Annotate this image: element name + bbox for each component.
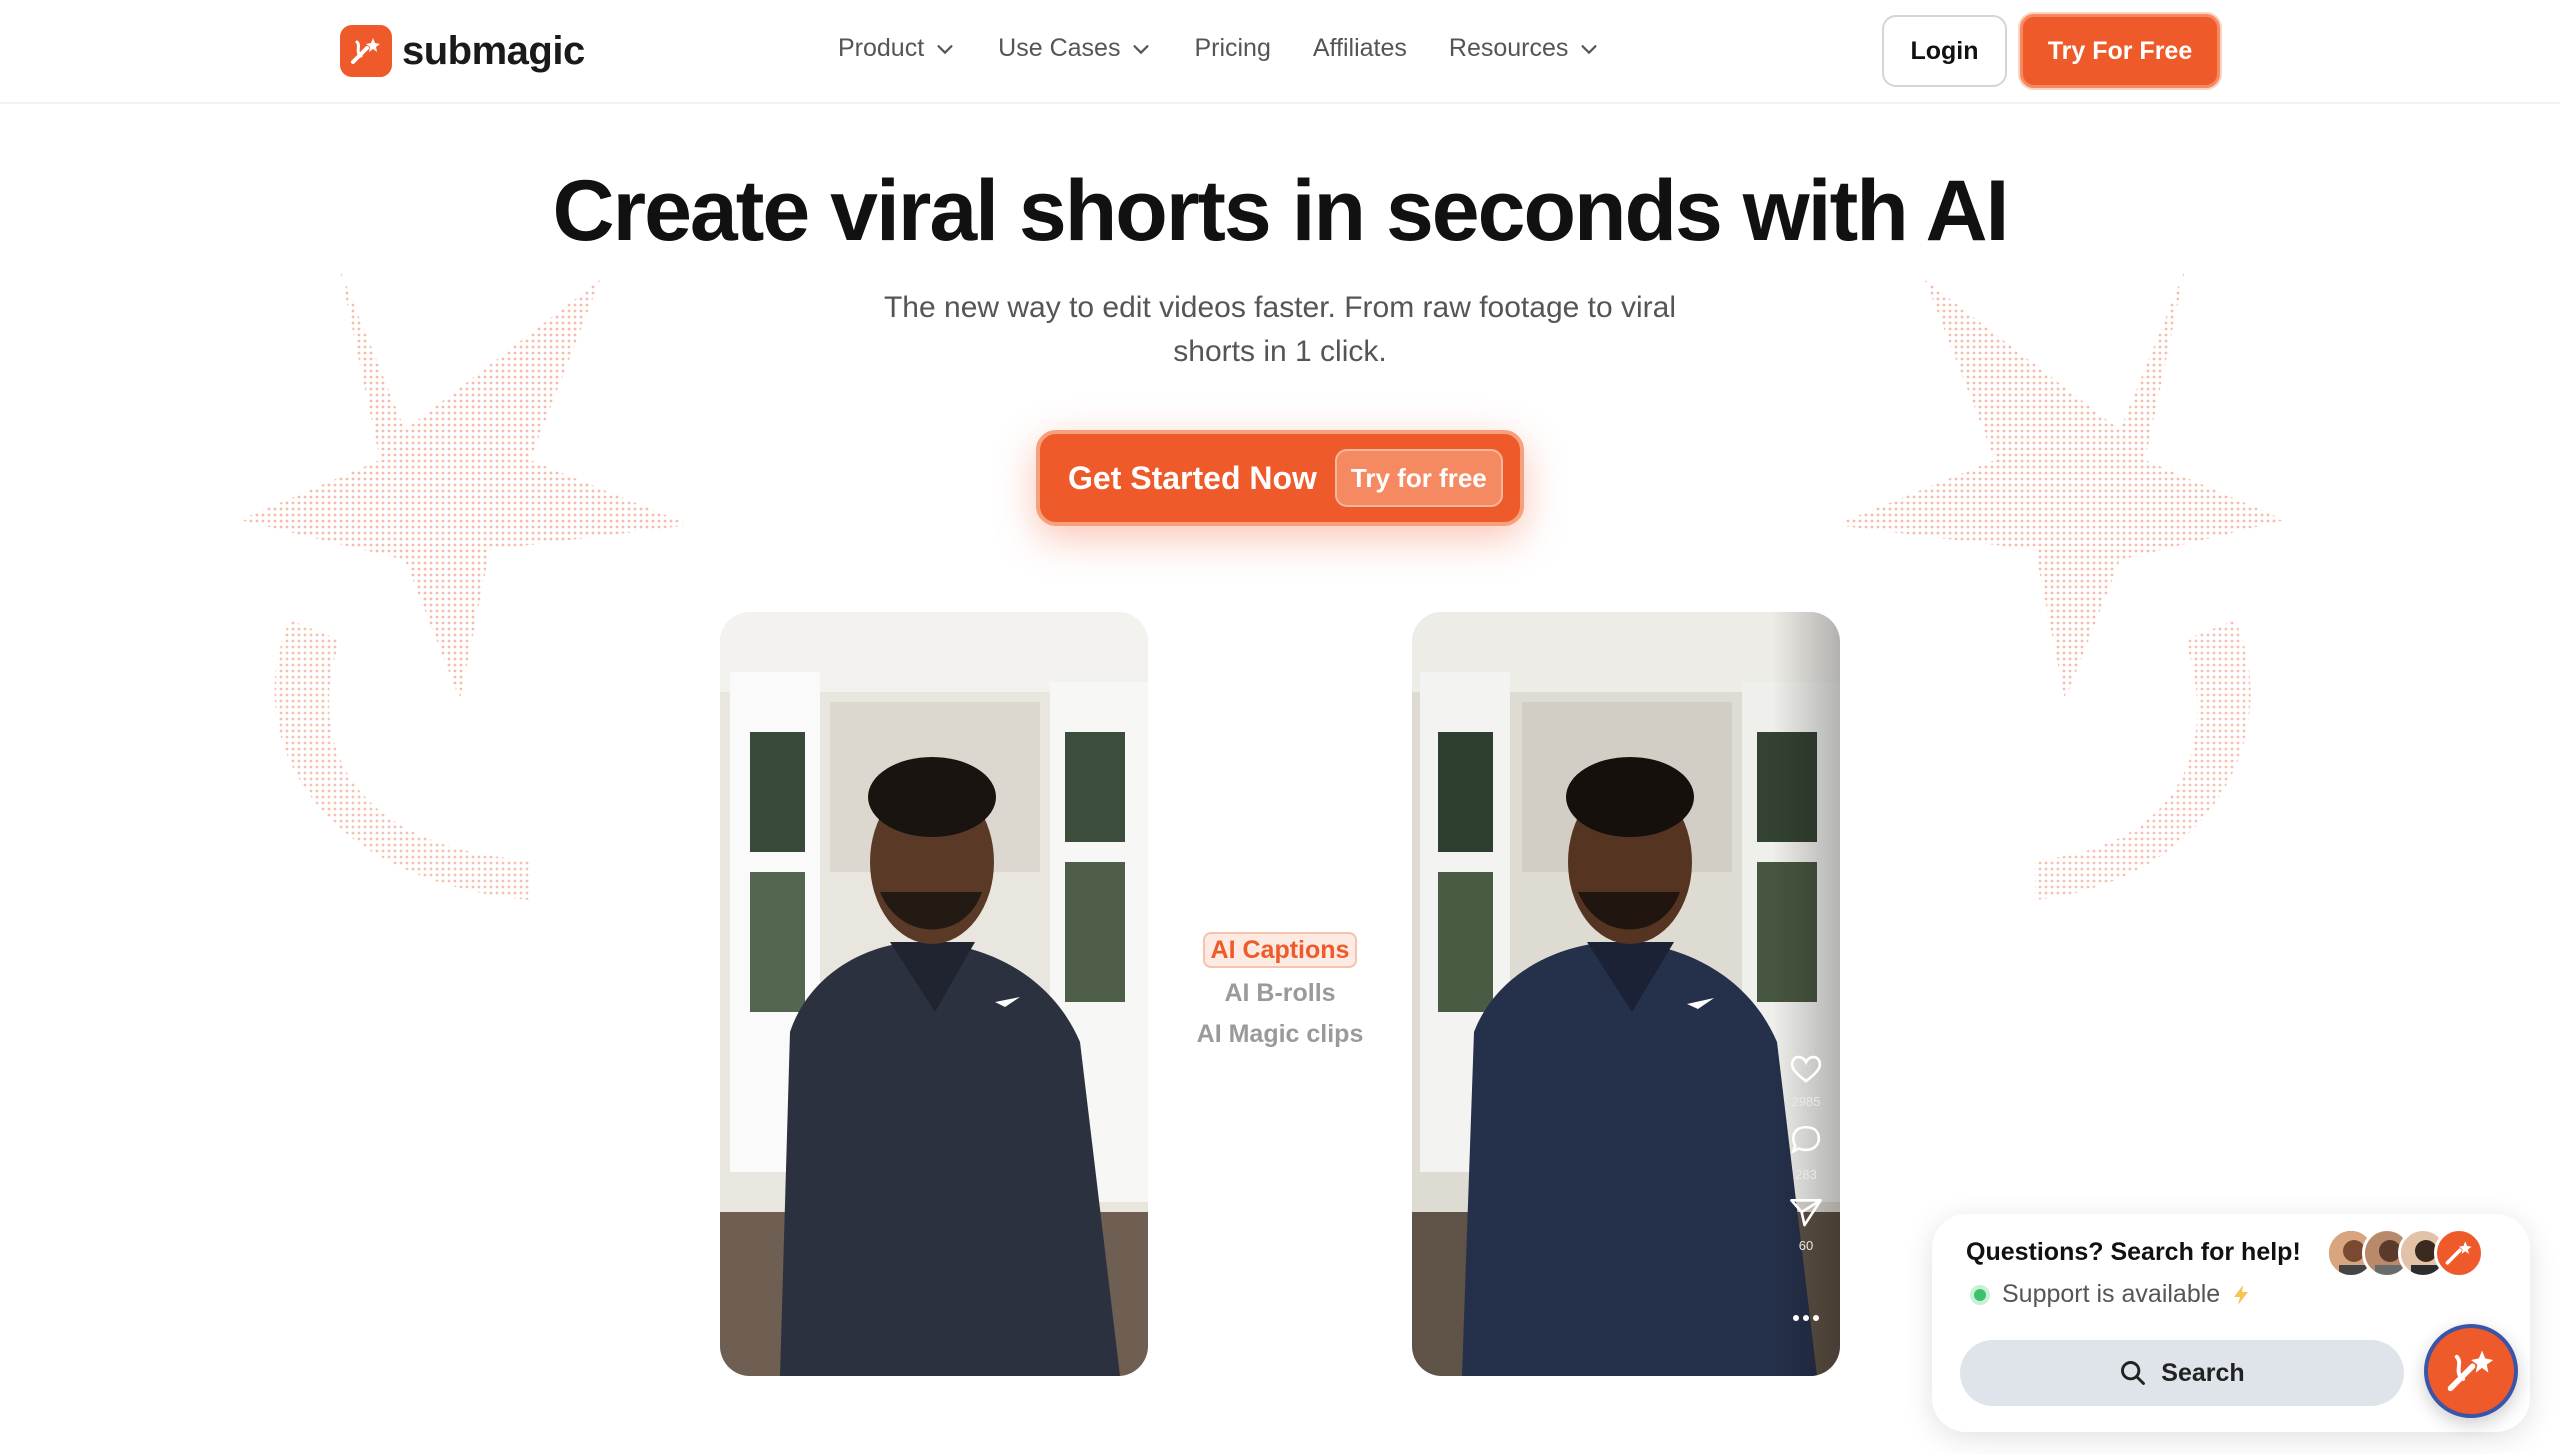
cta-label: Get Started Now (1068, 459, 1317, 496)
feature-ai-brolls[interactable]: AI B-rolls (1180, 973, 1380, 1014)
menu-item-resources[interactable]: Resources (1449, 34, 1601, 63)
menu-item-pricing[interactable]: Pricing (1194, 34, 1270, 63)
online-status-dot (1970, 1284, 1990, 1305)
likes-count: 2985 (1791, 1094, 1821, 1109)
comment-icon[interactable] (1788, 1123, 1824, 1157)
dotted-star-decoration-right (1835, 270, 2285, 900)
feature-list: AI Captions AI B-rolls AI Magic clips (1180, 932, 1380, 1055)
share-icon[interactable] (1788, 1196, 1824, 1228)
dotted-star-decoration-left (240, 270, 690, 900)
shares-count: 60 (1798, 1238, 1814, 1253)
magic-wand-icon (2447, 1350, 2494, 1392)
video-frame-image (720, 612, 1148, 1376)
heart-icon[interactable] (1788, 1052, 1824, 1084)
feature-ai-magic-clips[interactable]: AI Magic clips (1180, 1014, 1380, 1055)
get-started-button[interactable]: Get Started Now Try for free (1036, 430, 1524, 526)
support-launcher-button[interactable] (2424, 1324, 2518, 1418)
try-for-free-button[interactable]: Try For Free (2020, 14, 2220, 88)
avatar (2434, 1228, 2484, 1278)
support-title: Questions? Search for help! (1966, 1238, 2301, 1266)
cta-badge: Try for free (1334, 449, 1503, 507)
brand-name: submagic (402, 28, 585, 73)
search-icon (2121, 1361, 2146, 1385)
menu-item-product[interactable]: Product (838, 34, 956, 63)
raw-video-preview[interactable] (720, 612, 1148, 1376)
video-frame-image (1412, 612, 1840, 1376)
top-nav: submagic Product Use Cases Pricing Affil… (0, 0, 2560, 104)
more-options-icon[interactable] (1791, 1313, 1821, 1323)
login-button[interactable]: Login (1882, 15, 2007, 87)
support-avatars (2326, 1228, 2484, 1278)
feature-ai-captions[interactable]: AI Captions (1202, 932, 1358, 968)
hero-subtitle: The new way to edit videos faster. From … (883, 291, 1677, 368)
brand-logo[interactable]: submagic (340, 25, 585, 77)
comments-count: 283 (1795, 1167, 1817, 1182)
chevron-down-icon (1133, 44, 1149, 54)
menu-item-label: Use Cases (998, 34, 1121, 62)
hero-title: Create viral shorts in seconds with AI (552, 163, 2010, 259)
menu-item-label: Pricing (1194, 34, 1271, 62)
lightning-icon (2234, 1284, 2249, 1305)
menu-item-label: Product (838, 34, 925, 62)
menu-item-affiliates[interactable]: Affiliates (1313, 34, 1407, 63)
menu-item-use-cases[interactable]: Use Cases (998, 34, 1152, 63)
support-status-label: Support is available (2002, 1280, 2221, 1308)
menu-item-label: Affiliates (1312, 34, 1407, 62)
support-status: Support is available (1970, 1280, 2250, 1309)
magic-wand-logo-icon (340, 25, 392, 77)
video-side-actions: 2985 283 60 (1786, 1052, 1826, 1323)
support-search-button[interactable]: Search (1960, 1340, 2404, 1406)
chevron-down-icon (1581, 44, 1597, 54)
main-menu: Product Use Cases Pricing Affiliates Res… (838, 34, 1600, 63)
menu-item-label: Resources (1448, 34, 1569, 62)
search-label: Search (2161, 1358, 2245, 1387)
edited-video-preview[interactable]: 2985 283 60 (1412, 612, 1840, 1376)
chevron-down-icon (937, 44, 953, 54)
